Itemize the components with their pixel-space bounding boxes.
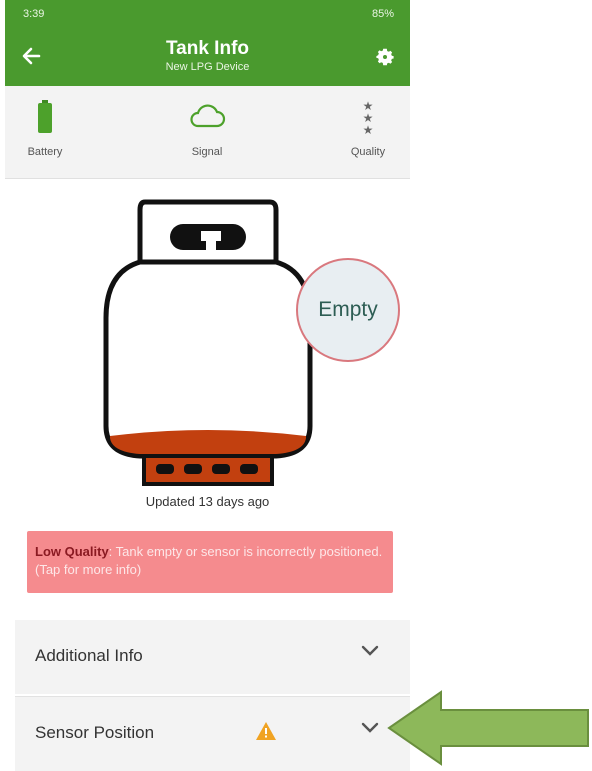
metric-quality[interactable]: ★ ★ ★ Quality [328, 99, 408, 158]
last-updated-text: Updated 13 days ago [145, 494, 270, 509]
additional-info-label: Additional Info [35, 646, 143, 665]
status-bar: 3:39 85% [23, 8, 394, 24]
metric-quality-label: Quality [350, 146, 386, 158]
svg-text:★: ★ [363, 123, 374, 137]
page-title: Tank Info [165, 38, 250, 59]
alert-title: Low Quality [35, 544, 109, 559]
sensor-position-section[interactable]: Sensor Position [15, 696, 410, 771]
gear-icon[interactable] [374, 46, 396, 68]
status-time: 3:39 [23, 8, 45, 20]
chevron-down-icon [361, 645, 379, 656]
metric-battery[interactable]: Battery [5, 100, 85, 158]
metric-battery-label: Battery [27, 146, 63, 158]
header-titles: Tank Info New LPG Device [5, 38, 410, 74]
page-subtitle: New LPG Device [165, 61, 250, 73]
callout-arrow-icon [387, 690, 589, 766]
additional-info-section[interactable]: Additional Info [15, 620, 410, 694]
app-bar: 3:39 85% Tank Info New LPG Device [5, 0, 410, 86]
cloud-icon [190, 104, 226, 128]
lpg-tank-illustration [103, 199, 313, 486]
stars-icon: ★ ★ ★ [363, 99, 374, 137]
metrics-bar: Battery Signal ★ ★ ★ Quality [5, 86, 410, 179]
tank-level-badge: Empty [296, 258, 400, 362]
chevron-down-icon [361, 722, 379, 733]
low-quality-alert[interactable]: Low Quality: Tank empty or sensor is inc… [27, 531, 393, 593]
metric-signal-label: Signal [191, 146, 223, 158]
metric-signal[interactable]: Signal [167, 100, 247, 158]
status-battery-text: 85% [371, 8, 394, 20]
battery-icon [38, 100, 52, 133]
warning-icon [256, 722, 276, 740]
sensor-position-label: Sensor Position [35, 723, 155, 742]
phone-screen: 3:39 85% Tank Info New LPG Device Batter… [0, 0, 415, 771]
